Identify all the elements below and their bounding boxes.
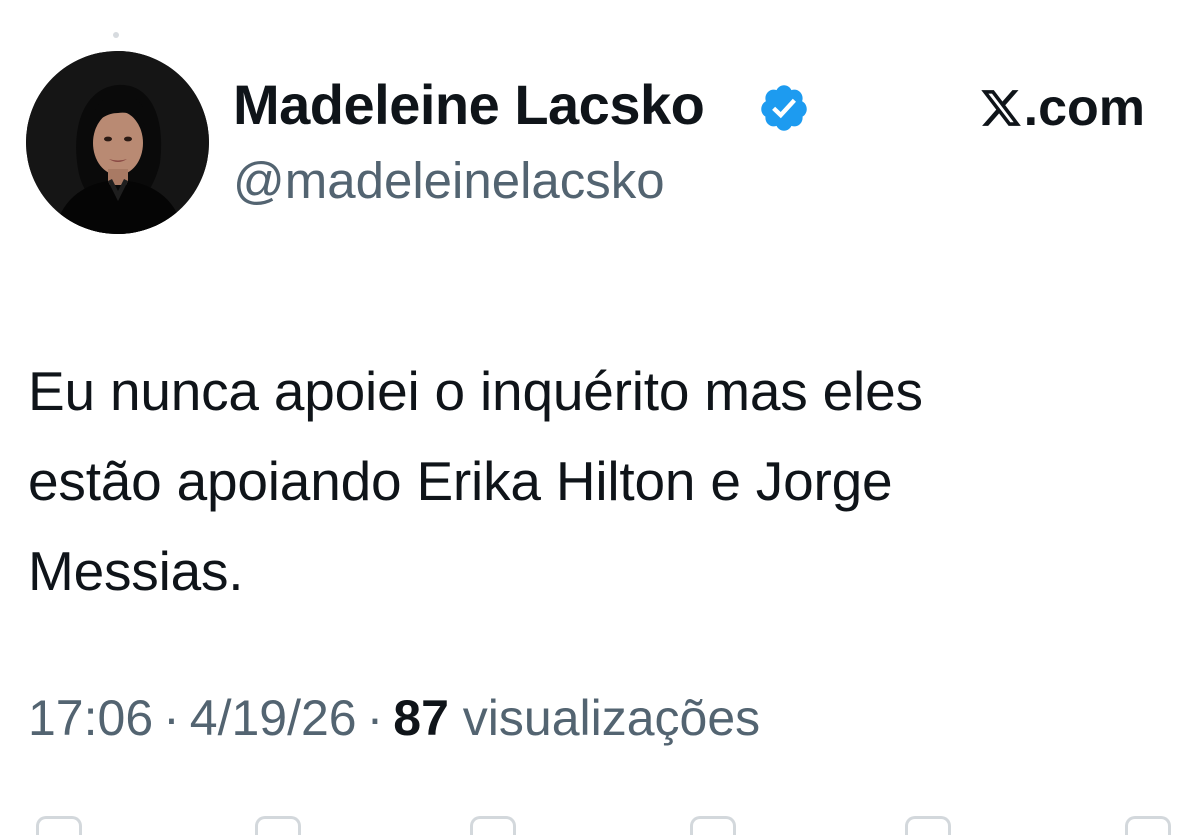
- more-icon[interactable]: [1125, 816, 1171, 835]
- top-dot: [113, 32, 119, 38]
- author-handle[interactable]: @madeleinelacsko: [233, 150, 665, 212]
- meta-separator: ·: [366, 690, 384, 746]
- reply-icon[interactable]: [36, 816, 82, 835]
- action-bar: [0, 808, 1200, 835]
- verified-badge-icon: [761, 85, 807, 131]
- share-icon[interactable]: [905, 816, 951, 835]
- avatar[interactable]: [26, 51, 209, 234]
- like-icon[interactable]: [470, 816, 516, 835]
- views-count: 87: [393, 690, 449, 746]
- author-display-name[interactable]: Madeleine Lacsko: [233, 72, 705, 138]
- tweet-text: Eu nunca apoiei o inquérito mas eles est…: [28, 360, 923, 602]
- brand-domain-label: .com: [1023, 79, 1145, 137]
- avatar-photo-icon: [26, 51, 209, 234]
- x-logo-icon: [980, 90, 1021, 126]
- repost-icon[interactable]: [255, 816, 301, 835]
- tweet-meta: 17:06 · 4/19/26 · 87 visualizações: [28, 686, 760, 750]
- meta-separator: ·: [163, 690, 180, 746]
- site-brand: .com: [979, 78, 1145, 138]
- tweet-card: Madeleine Lacsko @madeleinelacsko .com E…: [0, 0, 1200, 835]
- tweet-date[interactable]: 4/19/26: [190, 690, 357, 746]
- bookmark-icon[interactable]: [690, 816, 736, 835]
- tweet-time[interactable]: 17:06: [28, 690, 153, 746]
- views-label: visualizações: [462, 690, 761, 746]
